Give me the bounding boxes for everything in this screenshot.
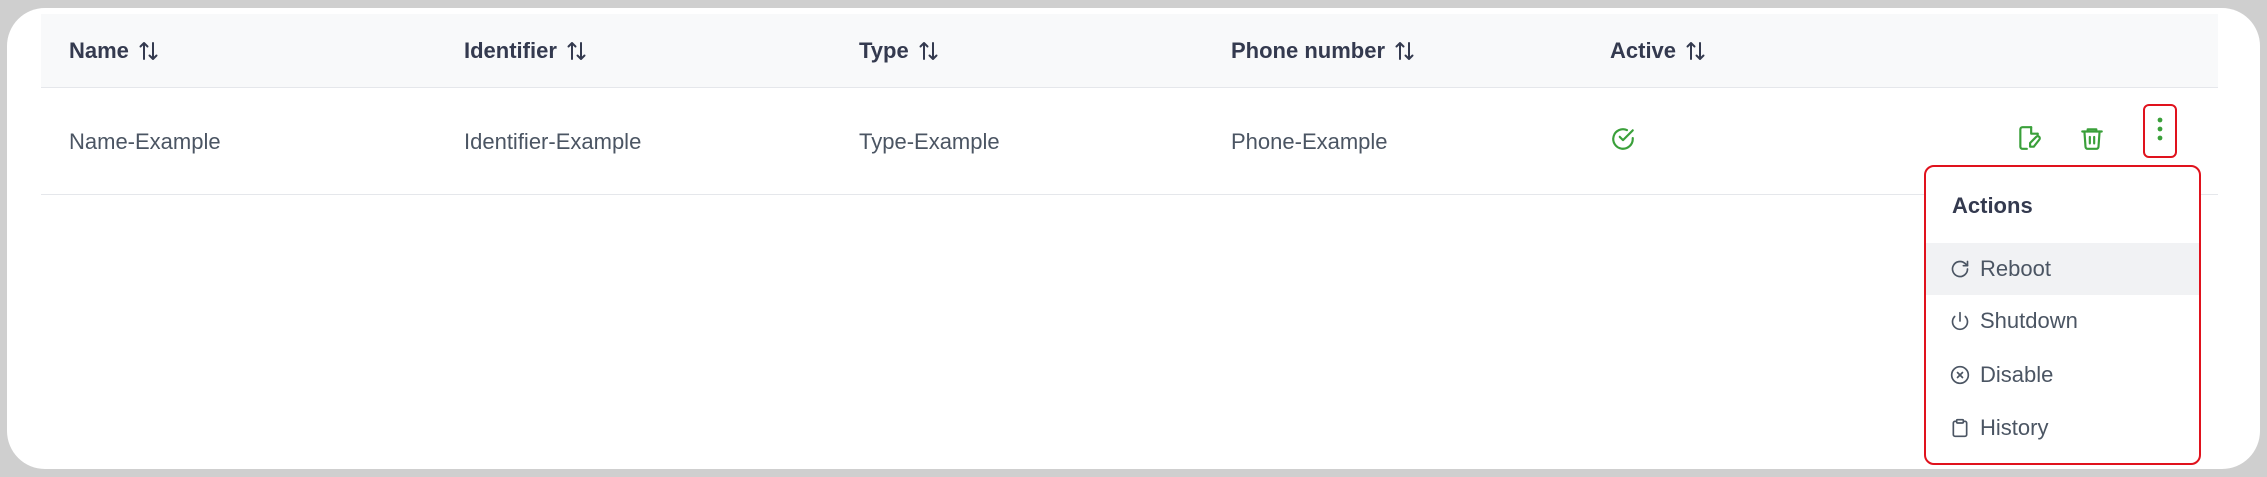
sort-icon[interactable] — [1685, 40, 1707, 62]
power-icon — [1950, 311, 1970, 331]
more-vertical-icon — [2155, 114, 2165, 149]
clipboard-icon — [1950, 418, 1970, 438]
cell-name: Name-Example — [69, 128, 221, 154]
menu-item-label: History — [1980, 415, 2049, 440]
trash-icon — [2079, 125, 2105, 156]
column-header-label: Identifier — [464, 38, 557, 63]
sort-icon[interactable] — [1394, 40, 1416, 62]
column-header-type[interactable]: Type — [859, 14, 940, 88]
cell-active — [1610, 88, 1636, 195]
column-header-phone-number[interactable]: Phone number — [1231, 14, 1416, 88]
column-header-identifier[interactable]: Identifier — [464, 14, 588, 88]
page-frame: Name Identifier Type Phone number Active — [7, 8, 2260, 469]
sort-icon[interactable] — [566, 40, 588, 62]
edit-button[interactable] — [2011, 122, 2047, 158]
table-row[interactable]: Name-Example Identifier-Example Type-Exa… — [41, 88, 2218, 195]
more-actions-button[interactable] — [2143, 104, 2177, 158]
menu-item-disable[interactable]: Disable — [1926, 349, 2199, 401]
cell-identifier: Identifier-Example — [464, 128, 642, 154]
actions-dropdown: Actions Reboot Shutdown Disable History — [1924, 165, 2201, 465]
cell-phone: Phone-Example — [1231, 128, 1388, 154]
disable-icon — [1950, 365, 1970, 385]
reboot-icon — [1950, 259, 1970, 279]
column-header-label: Active — [1610, 38, 1677, 63]
column-header-label: Type — [859, 38, 909, 63]
cell-type: Type-Example — [859, 128, 1000, 154]
menu-item-history[interactable]: History — [1926, 402, 2199, 454]
column-header-label: Phone number — [1231, 38, 1386, 63]
menu-item-shutdown[interactable]: Shutdown — [1926, 295, 2199, 347]
column-header-label: Name — [69, 38, 129, 63]
dropdown-title: Actions — [1952, 193, 2033, 218]
column-header-active[interactable]: Active — [1610, 14, 1707, 88]
menu-item-label: Disable — [1980, 362, 2054, 387]
edit-icon — [2016, 125, 2042, 156]
table-header: Name Identifier Type Phone number Active — [41, 14, 2218, 88]
delete-button[interactable] — [2074, 122, 2110, 158]
check-circle-icon — [1610, 126, 1636, 158]
sort-icon[interactable] — [918, 40, 940, 62]
column-header-name[interactable]: Name — [69, 14, 160, 88]
menu-item-reboot[interactable]: Reboot — [1926, 243, 2199, 295]
sort-icon[interactable] — [138, 40, 160, 62]
menu-item-label: Shutdown — [1980, 308, 2078, 333]
menu-item-label: Reboot — [1980, 256, 2051, 281]
